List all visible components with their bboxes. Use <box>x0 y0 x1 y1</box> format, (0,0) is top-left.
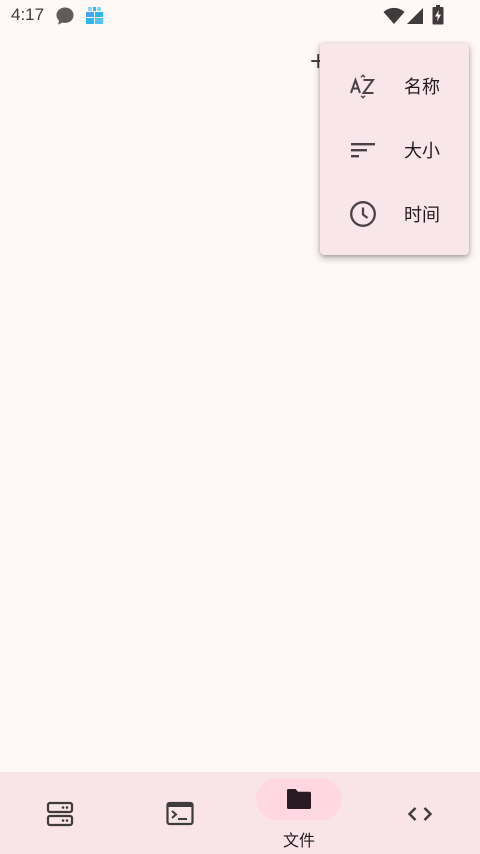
clock-icon <box>350 201 376 227</box>
chat-bubble-icon <box>56 7 74 25</box>
wifi-icon <box>383 7 405 24</box>
nav-item-files[interactable]: 文件 <box>240 772 360 854</box>
status-bar: 4:17 <box>0 0 480 32</box>
terminal-icon <box>166 801 194 826</box>
code-icon <box>407 807 433 821</box>
status-time: 4:17 <box>11 5 45 24</box>
sort-by-time-label: 时间 <box>404 205 440 226</box>
sort-by-time-item[interactable]: 时间 <box>320 181 469 245</box>
gift-app-icon <box>86 7 103 24</box>
cell-signal-icon <box>407 8 423 24</box>
bottom-navigation: 文件 <box>0 772 480 854</box>
sort-alpha-icon <box>350 74 375 99</box>
sort-by-name-item[interactable]: 名称 <box>320 53 469 117</box>
battery-charging-icon <box>432 5 444 25</box>
server-icon <box>46 801 74 827</box>
nav-label-files: 文件 <box>282 831 315 850</box>
sort-by-size-label: 大小 <box>404 141 440 162</box>
folder-icon <box>287 789 311 809</box>
nav-item-terminal[interactable] <box>120 772 240 854</box>
sort-by-size-item[interactable]: 大小 <box>320 117 469 181</box>
nav-item-servers[interactable] <box>0 772 120 854</box>
nav-item-code[interactable] <box>360 772 480 854</box>
sort-lines-icon <box>351 143 375 158</box>
sort-menu: 名称 大小 时间 <box>320 43 469 255</box>
sort-by-name-label: 名称 <box>404 77 440 98</box>
